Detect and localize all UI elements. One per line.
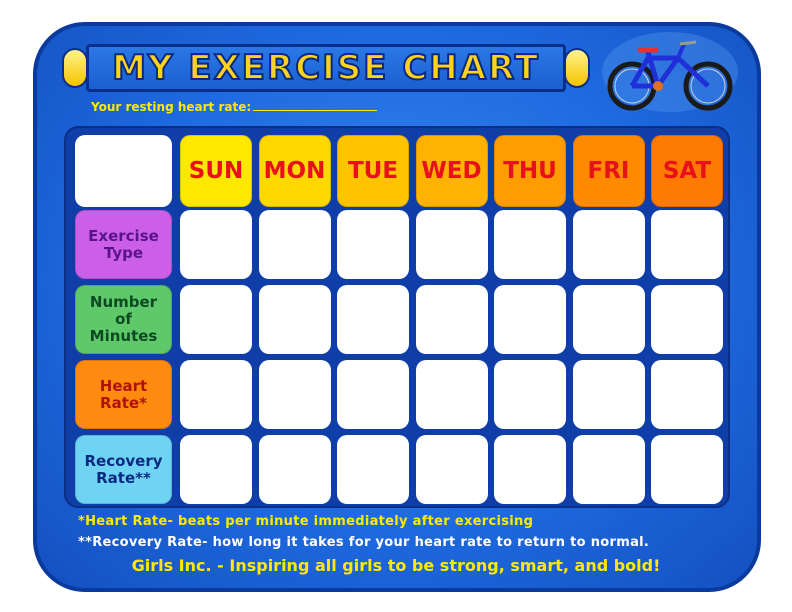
recovery-rate-note: **Recovery Rate- how long it takes for y…	[78, 535, 650, 550]
entry-cell-sat-3[interactable]	[651, 435, 723, 504]
day-header-wed: WED	[415, 135, 488, 207]
heart-rate-note: *Heart Rate- beats per minute immediatel…	[78, 514, 534, 529]
entry-cell-mon-0[interactable]	[258, 210, 331, 279]
exercise-grid: SUN MON TUE WED THU FRI SAT Exercise Type Number…	[64, 126, 730, 508]
row-label-text: Recovery Rate**	[84, 451, 163, 487]
entry-cell-sat-1[interactable]	[651, 285, 723, 354]
resting-heart-rate-label: Your resting heart rate:	[91, 100, 252, 114]
row-label-line2: Type	[103, 243, 144, 262]
row-label-2: Heart Rate*	[75, 360, 172, 429]
entry-cell-tue-2[interactable]	[337, 360, 409, 429]
entry-cell-mon-1[interactable]	[258, 285, 331, 354]
row-label-text: Exercise Type	[88, 226, 159, 262]
title-bar: MY EXERCISE CHART	[62, 44, 590, 92]
entry-cell-wed-0[interactable]	[415, 210, 488, 279]
bicycle-icon	[602, 32, 738, 112]
entry-cell-tue-0[interactable]	[337, 210, 409, 279]
entry-cell-fri-1[interactable]	[572, 285, 645, 354]
row-label-line2: Rate**	[96, 468, 151, 487]
row-label-line1: Heart	[99, 376, 148, 395]
page-title: MY EXERCISE CHART	[111, 47, 540, 89]
row-label-text: Heart Rate*	[99, 376, 148, 412]
row-label-line3: Minutes	[89, 327, 158, 345]
entry-cell-sun-1[interactable]	[180, 285, 252, 354]
entry-cell-thu-3[interactable]	[494, 435, 566, 504]
day-header-sun: SUN	[180, 135, 252, 207]
resting-heart-rate-blank[interactable]	[253, 110, 378, 111]
entry-cell-fri-3[interactable]	[572, 435, 645, 504]
corner-cell	[75, 135, 172, 207]
entry-cell-sat-0[interactable]	[651, 210, 723, 279]
entry-cell-fri-0[interactable]	[572, 210, 645, 279]
day-header-tue: TUE	[337, 135, 409, 207]
title-cap-right	[564, 48, 590, 88]
day-header-mon: MON	[258, 135, 331, 207]
day-header-sat: SAT	[651, 135, 723, 207]
resting-heart-rate-line: Your resting heart rate:	[91, 100, 378, 114]
entry-cell-sat-2[interactable]	[651, 360, 723, 429]
day-header-thu: THU	[494, 135, 566, 207]
entry-cell-fri-2[interactable]	[572, 360, 645, 429]
entry-cell-thu-1[interactable]	[494, 285, 566, 354]
row-label-text: Number of Minutes	[90, 294, 158, 345]
row-label-line1: Number	[89, 293, 158, 311]
row-label-line2: Rate*	[100, 393, 147, 412]
entry-cell-tue-1[interactable]	[337, 285, 409, 354]
footer-slogan: Girls Inc. - Inspiring all girls to be s…	[131, 556, 661, 575]
entry-cell-sun-3[interactable]	[180, 435, 252, 504]
entry-cell-tue-3[interactable]	[337, 435, 409, 504]
entry-cell-wed-1[interactable]	[415, 285, 488, 354]
entry-cell-wed-2[interactable]	[415, 360, 488, 429]
day-header-fri: FRI	[572, 135, 645, 207]
entry-cell-thu-2[interactable]	[494, 360, 566, 429]
row-label-3: Recovery Rate**	[75, 435, 172, 504]
row-label-0: Exercise Type	[75, 210, 172, 279]
row-label-line2: of	[115, 310, 132, 328]
entry-cell-wed-3[interactable]	[415, 435, 488, 504]
entry-cell-mon-3[interactable]	[258, 435, 331, 504]
row-label-line1: Recovery	[84, 451, 163, 470]
entry-cell-thu-0[interactable]	[494, 210, 566, 279]
row-label-1: Number of Minutes	[75, 285, 172, 354]
title-box: MY EXERCISE CHART	[86, 44, 566, 92]
row-label-line1: Exercise	[88, 226, 159, 245]
title-cap-left	[62, 48, 88, 88]
entry-cell-sun-0[interactable]	[180, 210, 252, 279]
entry-cell-mon-2[interactable]	[258, 360, 331, 429]
entry-cell-sun-2[interactable]	[180, 360, 252, 429]
